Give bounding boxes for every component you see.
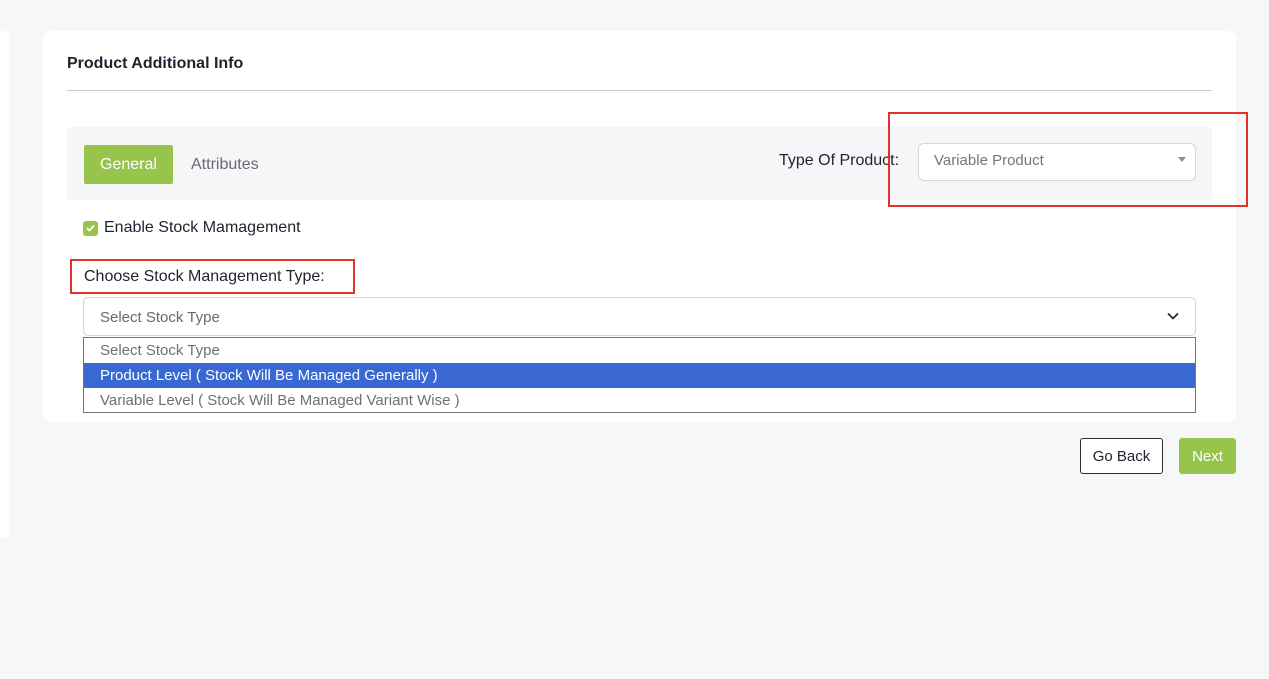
stock-type-select[interactable]: Select Stock Type: [83, 297, 1196, 336]
type-of-product-label: Type Of Product:: [779, 152, 900, 169]
type-of-product-select[interactable]: Variable Product: [918, 143, 1196, 181]
tab-bar: General Attributes Type Of Product: Vari…: [67, 127, 1212, 200]
next-button[interactable]: Next: [1179, 438, 1236, 474]
title-divider: [67, 90, 1212, 91]
check-icon: [86, 224, 95, 232]
product-additional-info-card: Product Additional Info General Attribut…: [43, 31, 1236, 422]
left-side-panel: [0, 31, 10, 538]
tab-attributes[interactable]: Attributes: [191, 145, 259, 184]
go-back-button[interactable]: Go Back: [1080, 438, 1163, 474]
caret-down-icon: [1178, 157, 1186, 162]
stock-option-select[interactable]: Select Stock Type: [84, 338, 1195, 363]
enable-stock-management-checkbox[interactable]: [83, 220, 98, 236]
stock-option-product-level[interactable]: Product Level ( Stock Will Be Managed Ge…: [84, 363, 1195, 388]
stock-option-variable-level[interactable]: Variable Level ( Stock Will Be Managed V…: [84, 388, 1195, 413]
enable-stock-management-row: Enable Stock Mamagement: [83, 219, 301, 237]
chevron-down-icon: [1167, 312, 1179, 320]
stock-type-select-value: Select Stock Type: [100, 309, 220, 326]
type-of-product-value: Variable Product: [934, 152, 1044, 169]
enable-stock-management-label: Enable Stock Mamagement: [104, 219, 301, 236]
card-title: Product Additional Info: [67, 55, 244, 72]
tab-general[interactable]: General: [84, 145, 173, 184]
stock-type-dropdown-list: Select Stock Type Product Level ( Stock …: [83, 337, 1196, 413]
stock-management-type-label: Choose Stock Management Type:: [84, 268, 325, 285]
